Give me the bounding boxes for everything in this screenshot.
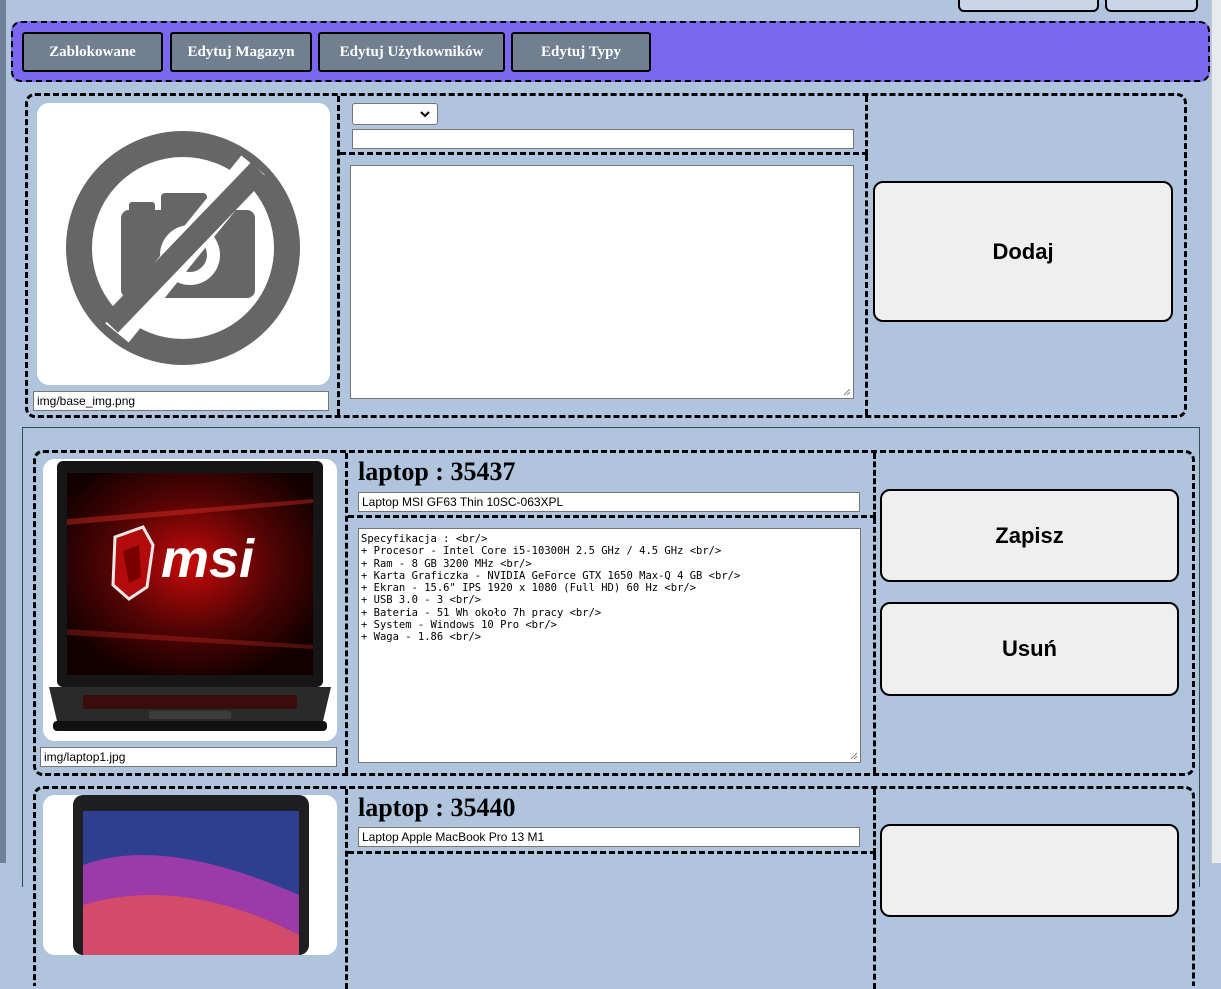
description-textarea[interactable] xyxy=(350,165,854,399)
new-item-description-cell xyxy=(340,155,868,415)
product-header-cell: laptop : 35440 Laptop Apple MacBook Pro … xyxy=(348,789,876,854)
resize-grip-icon[interactable] xyxy=(843,388,851,396)
product-header-cell: laptop : 35437 Laptop MSI GF63 Thin 10SC… xyxy=(348,453,876,518)
product-name-input[interactable]: Laptop Apple MacBook Pro 13 M1 xyxy=(358,827,860,847)
nav-button-edit-warehouse[interactable]: Edytuj Magazyn xyxy=(170,32,312,72)
product-card: msi img/laptop1.jpg laptop : 35437 Lapto… xyxy=(33,450,1195,776)
product-image: msi xyxy=(43,459,337,741)
type-select[interactable] xyxy=(352,103,438,125)
chevron-down-icon xyxy=(420,111,430,118)
no-camera-icon xyxy=(66,131,300,365)
laptop-image xyxy=(43,795,337,955)
msi-logo-text: msi xyxy=(161,529,255,589)
new-item-card: img/base_img.png Dodaj xyxy=(25,93,1187,418)
top-button-partial[interactable] xyxy=(1105,0,1198,12)
resize-grip-icon[interactable] xyxy=(850,752,858,760)
new-item-header-cell xyxy=(340,96,868,155)
product-image-cell xyxy=(36,789,348,989)
delete-button[interactable]: Usuń xyxy=(880,602,1179,696)
new-item-image-cell: img/base_img.png xyxy=(28,96,340,415)
product-title: laptop : 35437 xyxy=(358,457,516,486)
laptop-image: msi xyxy=(43,459,337,741)
nav-button-edit-users[interactable]: Edytuj Użytkowników xyxy=(318,32,505,72)
top-button-partial[interactable] xyxy=(958,0,1099,12)
product-name-input[interactable]: Laptop MSI GF63 Thin 10SC-063XPL xyxy=(358,492,860,512)
product-list: msi img/laptop1.jpg laptop : 35437 Lapto… xyxy=(22,427,1200,989)
placeholder-image xyxy=(37,103,330,385)
product-description-textarea[interactable]: Specyfikacja : <br/> + Procesor - Intel … xyxy=(358,528,861,763)
save-button[interactable] xyxy=(880,824,1179,917)
save-button[interactable]: Zapisz xyxy=(880,489,1179,582)
add-button[interactable]: Dodaj xyxy=(873,181,1173,322)
image-path-input[interactable]: img/laptop1.jpg xyxy=(40,747,337,767)
product-image-cell: msi img/laptop1.jpg xyxy=(36,453,348,773)
nav-button-edit-types[interactable]: Edytuj Typy xyxy=(511,32,651,72)
admin-navbar: Zablokowane Edytuj Magazyn Edytuj Użytko… xyxy=(11,21,1210,82)
image-path-input[interactable]: img/base_img.png xyxy=(33,391,329,411)
name-input[interactable] xyxy=(352,129,854,149)
nav-button-blocked[interactable]: Zablokowane xyxy=(22,32,163,72)
product-description-cell xyxy=(348,854,876,989)
product-card: laptop : 35440 Laptop Apple MacBook Pro … xyxy=(33,786,1195,989)
product-title: laptop : 35440 xyxy=(358,793,516,822)
left-edge xyxy=(0,0,6,863)
product-image xyxy=(43,795,337,955)
page-scrollbar[interactable] xyxy=(1211,0,1221,863)
product-description-cell: Specyfikacja : <br/> + Procesor - Intel … xyxy=(348,518,876,773)
